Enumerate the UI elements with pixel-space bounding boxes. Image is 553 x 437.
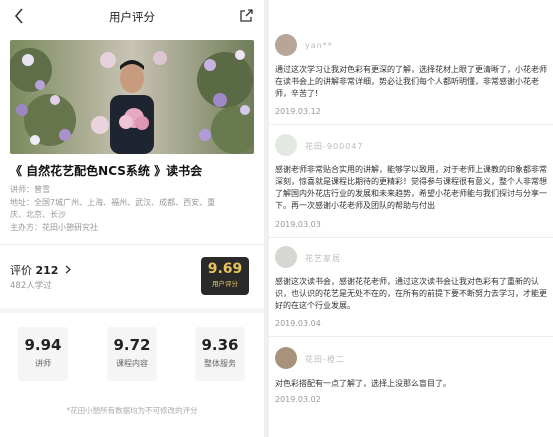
review-text: 对色彩搭配有一点了解了，选择上没那么盲目了。 xyxy=(275,379,451,388)
review-date: 2019.03.12 xyxy=(275,107,321,116)
address-label: 地址： xyxy=(10,198,34,207)
lecturer-line: 讲师：曾雪 xyxy=(10,184,260,196)
sub-score-label: 讲师 xyxy=(35,359,51,368)
share-icon[interactable] xyxy=(238,8,254,24)
review-divider xyxy=(269,237,553,238)
course-banner-image xyxy=(10,40,254,154)
avatar[interactable] xyxy=(275,34,297,56)
reviews-list: yan** 通过这次学习让我对色彩有更深的了解，选择花材上眼了更清晰了，小花老师… xyxy=(269,0,553,437)
reviewer-name: yan** xyxy=(305,41,333,50)
course-title: 《 自然花艺配色NCS系统 》读书会 xyxy=(10,164,203,178)
sub-score-value: 9.94 xyxy=(24,336,62,354)
sub-score-lecturer: 9.94 讲师 xyxy=(18,327,68,381)
address-text-1: 全国7城广州、上海、福州、武汉、成都、西安、重 xyxy=(34,198,216,207)
organizer-line: 主办方：花田小憩研究社 xyxy=(10,222,260,234)
sub-score-label: 课程内容 xyxy=(116,359,148,368)
reviewer-name: 花田-橙二 xyxy=(305,355,345,364)
overall-score: 9.69 xyxy=(207,261,243,277)
review-text: 感谢这次读书会，感谢花花老师，通过这次读书会让我对色彩有了重新的认识，也认识的花… xyxy=(275,277,547,310)
rating-panel: 用户评分 《 自然花艺配色NCS系统 》读书会 讲师：曾雪 地址：全国7城广州、… xyxy=(0,0,264,437)
reviewer-name: 花艺家居 xyxy=(305,254,341,263)
sub-score-service: 9.36 整体服务 xyxy=(195,327,245,381)
reviewer-name: 花田-900047 xyxy=(305,142,364,151)
rating-count-link[interactable]: 评价 212 xyxy=(10,262,72,278)
sub-score-value: 9.36 xyxy=(201,336,239,354)
section-divider xyxy=(0,244,264,245)
avatar[interactable] xyxy=(275,134,297,156)
page-title: 用户评分 xyxy=(109,10,155,24)
organizer-name: 花田小憩研究社 xyxy=(42,223,98,232)
overall-score-badge: 9.69 用户评分 xyxy=(201,257,249,295)
review-divider xyxy=(269,336,553,337)
review-text: 通过这次学习让我对色彩有更深的了解，选择花材上眼了更清晰了，小花老师在读书会上的… xyxy=(275,65,547,98)
review-date: 2019.03.02 xyxy=(275,395,321,404)
avatar[interactable] xyxy=(275,347,297,369)
sub-score-content: 9.72 课程内容 xyxy=(107,327,157,381)
sub-score-value: 9.72 xyxy=(113,336,151,354)
organizer-label: 主办方： xyxy=(10,223,42,232)
lecturer-label: 讲师： xyxy=(10,185,34,194)
top-bar: 用户评分 xyxy=(0,0,264,34)
rating-label: 评价 xyxy=(10,264,32,277)
review-divider xyxy=(269,124,553,125)
chevron-right-icon xyxy=(65,265,71,274)
learned-count: 482人学过 xyxy=(10,281,52,291)
address-text-2: 庆、北京、长沙 xyxy=(10,210,66,219)
score-footnote: *花田小憩所有数据均为不可修改的评分 xyxy=(66,406,198,415)
address-line: 地址：全国7城广州、上海、福州、武汉、成都、西安、重 庆、北京、长沙 xyxy=(10,197,260,221)
sub-score-label: 整体服务 xyxy=(204,359,236,368)
avatar[interactable] xyxy=(275,246,297,268)
review-date: 2019.03.03 xyxy=(275,220,321,229)
review-text: 感谢老师非常贴合实用的讲解，能够学以致用，对于老师上课教的印象都非常深刻，惊喜就… xyxy=(275,165,547,210)
lecturer-name: 曾雪 xyxy=(34,185,50,194)
review-date: 2019.03.04 xyxy=(275,319,321,328)
overall-score-label: 用户评分 xyxy=(212,280,238,288)
rating-count: 212 xyxy=(35,264,59,277)
section-gap xyxy=(0,308,264,313)
